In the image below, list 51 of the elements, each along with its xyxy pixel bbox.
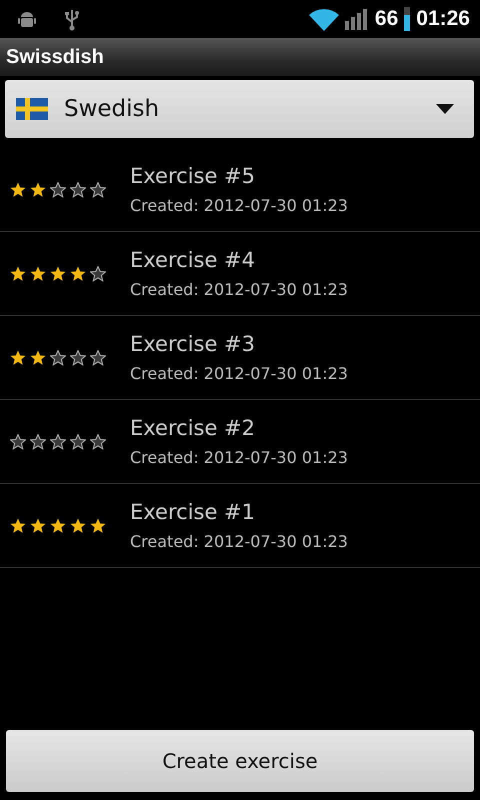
star-icon (70, 434, 86, 450)
exercise-item[interactable]: Exercise #1 Created: 2012-07-30 01:23 (0, 484, 480, 568)
created-date: Created: 2012-07-30 01:23 (130, 364, 348, 383)
created-date: Created: 2012-07-30 01:23 (130, 280, 348, 299)
app-title: Swissdish (6, 46, 104, 68)
star-icon (90, 266, 106, 282)
star-icon (10, 434, 26, 450)
battery-icon (404, 7, 410, 31)
language-spinner[interactable]: Swedish (5, 80, 474, 138)
star-icon (50, 182, 66, 198)
created-date: Created: 2012-07-30 01:23 (130, 448, 348, 467)
exercise-item[interactable]: Exercise #2 Created: 2012-07-30 01:23 (0, 400, 480, 484)
created-date: Created: 2012-07-30 01:23 (130, 196, 348, 215)
flag-icon (16, 98, 48, 120)
star-icon (90, 518, 106, 534)
star-icon (10, 518, 26, 534)
exercise-item[interactable]: Exercise #5 Created: 2012-07-30 01:23 (0, 148, 480, 232)
dropdown-arrow-icon (436, 104, 454, 114)
star-icon (50, 266, 66, 282)
star-icon (30, 518, 46, 534)
star-icon (10, 350, 26, 366)
star-icon (70, 518, 86, 534)
star-icon (30, 266, 46, 282)
battery-level: 66 (374, 7, 398, 31)
exercise-name: Exercise #5 (130, 164, 256, 188)
star-icon (70, 182, 86, 198)
star-icon (30, 182, 46, 198)
exercise-name: Exercise #3 (130, 332, 256, 356)
signal-icon (344, 8, 369, 30)
star-icon (50, 434, 66, 450)
star-icon (10, 266, 26, 282)
star-icon (70, 350, 86, 366)
star-icon (50, 518, 66, 534)
star-icon (90, 434, 106, 450)
star-icon (30, 434, 46, 450)
star-icon (30, 350, 46, 366)
created-date: Created: 2012-07-30 01:23 (130, 532, 348, 551)
star-icon (50, 350, 66, 366)
wifi-icon (308, 7, 339, 31)
exercise-name: Exercise #1 (130, 500, 256, 524)
usb-icon (62, 7, 82, 31)
exercise-item[interactable]: Exercise #4 Created: 2012-07-30 01:23 (0, 232, 480, 316)
star-icon (70, 266, 86, 282)
star-icon (90, 182, 106, 198)
create-exercise-button[interactable]: Create exercise (6, 730, 474, 792)
star-icon (10, 182, 26, 198)
exercise-name: Exercise #4 (130, 248, 256, 272)
star-icon (90, 350, 106, 366)
status-time: 01:26 (416, 7, 470, 31)
exercise-item[interactable]: Exercise #3 Created: 2012-07-30 01:23 (0, 316, 480, 400)
exercise-name: Exercise #2 (130, 416, 256, 440)
